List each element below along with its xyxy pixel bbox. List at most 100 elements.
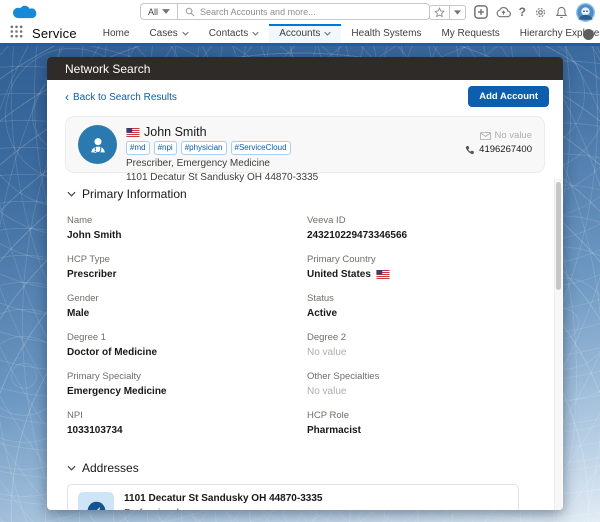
field-label: Gender [67,293,289,304]
contact-summary-card: John Smith #md #npi #physician #ServiceClou… [65,116,545,173]
favorites-group [429,5,466,20]
nav-tab[interactable]: My Requests [431,24,509,43]
nav-tab-label: Accounts [279,28,320,39]
setup-gear-icon[interactable] [534,6,547,19]
panel-title: Network Search [65,62,150,76]
field-value-text: Male [67,308,89,319]
detail-scroll-area: Primary Information Name John Smith [47,179,563,510]
panel-toolbar: ‹ Back to Search Results Add Account [47,80,563,114]
field: Primary Country United States [307,254,529,280]
field-value: Pharmacist [307,425,529,436]
field-label: Degree 1 [67,332,289,343]
nav-personalization-icon[interactable] [583,29,594,40]
field-label: Status [307,293,529,304]
favorites-caret-icon[interactable] [449,6,465,19]
tag-badge: #npi [154,141,177,155]
address-card: 1101 Decatur St Sandusky OH 44870-3335 P… [67,484,519,510]
search-input[interactable] [200,7,422,17]
nav-tab[interactable]: Accounts [269,24,341,43]
field-value-text: No value [307,347,346,358]
field-label: Veeva ID [307,215,529,226]
field-label: HCP Role [307,410,529,421]
field-value-text: Active [307,308,337,319]
notification-bell-icon[interactable] [555,6,568,19]
chevron-down-icon [67,191,76,197]
global-header: All ? [0,0,600,24]
field: Other Specialties No value [307,371,529,397]
tag-badge: #ServiceCloud [231,141,291,155]
scrollbar-thumb[interactable] [556,182,561,290]
nav-tab-label: Health Systems [351,28,421,39]
field-value: John Smith [67,230,289,241]
nav-tab-label: My Requests [441,28,499,39]
chevron-down-icon[interactable] [252,31,259,36]
add-account-button[interactable]: Add Account [468,86,549,107]
address-compass-icon [78,492,114,510]
field-value: Doctor of Medicine [67,347,289,358]
search-scope-dropdown[interactable]: All [141,4,178,19]
contact-email-value: No value [495,130,533,141]
quick-add-icon[interactable] [474,5,488,19]
field-value: Emergency Medicine [67,386,289,397]
help-icon[interactable]: ? [519,6,526,18]
panel-header: Network Search [47,57,563,80]
field-value-text: Emergency Medicine [67,386,166,397]
nav-tab[interactable]: Contacts [199,24,269,43]
field-value: 1033103734 [67,425,289,436]
field-value-text: 1033103734 [67,425,123,436]
field-value-text: John Smith [67,230,121,241]
address-text: 1101 Decatur St Sandusky OH 44870-3335 [124,492,322,507]
app-launcher-icon[interactable] [10,25,23,43]
address-list: 1101 Decatur St Sandusky OH 44870-3335 P… [67,484,529,510]
search-scope-label: All [148,7,158,17]
chevron-down-icon[interactable] [182,31,189,36]
field-value-text: United States [307,269,371,280]
primary-information-fields: Name John Smith Veeva ID 243210229473346… [67,215,529,449]
contact-role-line: Prescriber, Emergency Medicine [126,157,318,171]
phone-icon [465,145,475,155]
chevron-down-icon [162,9,170,14]
field-value: Active [307,308,529,319]
nav-tab-label: Cases [149,28,177,39]
back-link-label: Back to Search Results [73,92,177,103]
field-value: No value [307,386,529,397]
nav-tab[interactable]: Home [93,24,140,43]
field: NPI 1033103734 [67,410,289,436]
guidance-center-icon[interactable] [496,6,511,18]
field: HCP Type Prescriber [67,254,289,280]
field: Gender Male [67,293,289,319]
user-avatar[interactable] [576,3,595,22]
field-label: Name [67,215,289,226]
tag-badge: #md [126,141,150,155]
addresses-section-toggle[interactable]: Addresses [67,461,529,475]
field-value-text: No value [307,386,346,397]
field-label: Primary Country [307,254,529,265]
field-value: Prescriber [67,269,289,280]
nav-tab[interactable]: Health Systems [341,24,431,43]
contact-phone-value: 4196267400 [479,144,532,155]
field-value: 243210229473346566 [307,230,529,241]
back-to-search-results-link[interactable]: ‹ Back to Search Results [65,91,177,103]
contact-quick-info: No value 4196267400 [465,130,532,155]
primary-information-section-toggle[interactable]: Primary Information [67,187,529,201]
scrollbar-track[interactable] [554,179,562,510]
favorites-star-icon[interactable] [430,7,449,18]
nav-tab[interactable]: Cases [139,24,198,43]
us-flag-icon [376,270,390,279]
section-heading-label: Addresses [82,461,139,475]
chevron-down-icon[interactable] [324,31,331,36]
field-label: Primary Specialty [67,371,289,382]
contact-name: John Smith [144,125,207,139]
field-value-text: Pharmacist [307,425,361,436]
desktop-background: { "header": { "search_scope": "All", "se… [0,0,600,522]
address-type: Professional [124,507,322,511]
nav-tab-label: Contacts [209,28,248,39]
field: Primary Specialty Emergency Medicine [67,371,289,397]
field: Degree 1 Doctor of Medicine [67,332,289,358]
tag-badge: #physician [181,141,227,155]
field-value: United States [307,269,529,280]
envelope-icon [480,132,491,140]
field: Status Active [307,293,529,319]
app-navigation-bar: Service Home Cases Contacts [0,24,600,46]
doctor-avatar-icon [78,125,117,164]
